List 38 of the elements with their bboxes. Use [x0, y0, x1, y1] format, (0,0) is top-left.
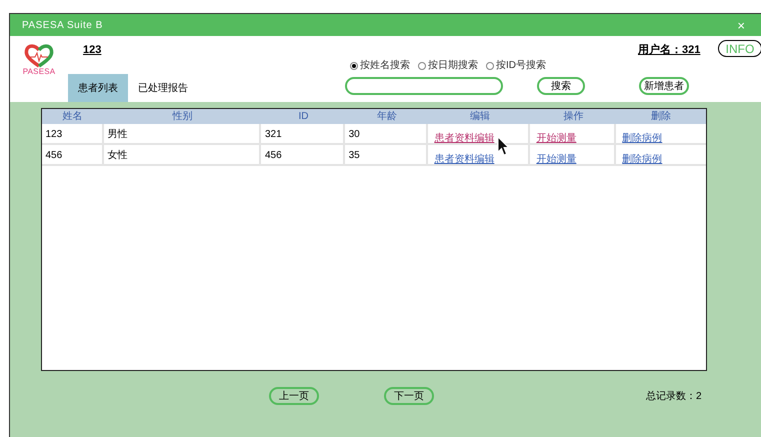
column-header: 操作: [562, 112, 585, 122]
search-mode-radio[interactable]: 按日期搜索: [418, 58, 478, 73]
table-link[interactable]: 开始测量: [536, 154, 576, 165]
table-link[interactable]: 患者资料编辑: [434, 154, 494, 165]
search-button[interactable]: 搜索: [537, 77, 585, 95]
table-link[interactable]: 患者资料编辑: [434, 133, 494, 144]
column-header: 姓名: [61, 112, 84, 122]
table-cell: 30: [344, 124, 428, 143]
tab[interactable]: 已处理报告: [128, 74, 198, 102]
search-mode-radio[interactable]: 按姓名搜索: [350, 58, 410, 73]
search-field[interactable]: [345, 77, 503, 95]
column-header: 年龄: [376, 112, 398, 122]
search-mode-radio[interactable]: 按ID号搜索: [486, 58, 546, 73]
total-records: 总记录数：2: [646, 390, 702, 404]
column-header: 性别: [171, 112, 194, 122]
patient-name: 123: [83, 43, 102, 58]
table-link[interactable]: 删除病例: [622, 133, 662, 144]
add-patient-button[interactable]: 新增患者: [639, 77, 689, 95]
table-cell: 男性: [104, 124, 261, 143]
heart-logo-icon: [23, 44, 55, 68]
next-page-button[interactable]: 下一页: [384, 387, 434, 405]
table-cell: 456: [42, 145, 104, 164]
tab[interactable]: 患者列表: [68, 74, 128, 102]
column-header: 删除: [650, 112, 672, 122]
mouse-pointer-icon: [497, 136, 509, 156]
table-cell: 35: [344, 145, 428, 164]
column-header: ID: [297, 112, 310, 122]
column-header: 编辑: [468, 112, 491, 122]
logo-text: PASESA: [22, 68, 56, 76]
window-title: PASESA Suite B: [22, 18, 103, 32]
table-cell: 123: [42, 124, 104, 143]
table-link[interactable]: 删除病例: [622, 154, 662, 165]
table-link[interactable]: 开始测量: [536, 133, 576, 144]
table-cell: 女性: [104, 145, 261, 164]
prev-page-button[interactable]: 上一页: [269, 387, 319, 405]
username-label: 用户名：321: [638, 42, 700, 58]
table-cell: 321: [260, 124, 345, 143]
table-cell: 456: [260, 145, 345, 164]
